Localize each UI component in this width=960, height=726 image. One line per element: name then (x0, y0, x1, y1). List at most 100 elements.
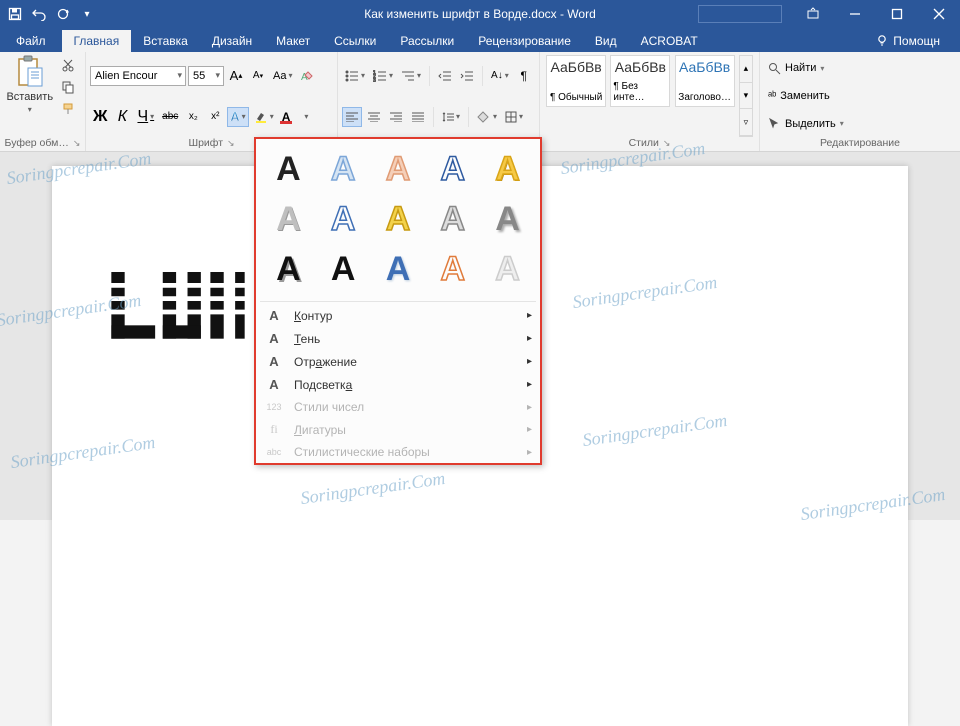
tell-me[interactable]: Помощн (863, 30, 952, 52)
text-effect-preset-11[interactable]: A (321, 247, 366, 291)
maximize-icon[interactable] (876, 0, 918, 28)
group-editing-label: Редактирование (820, 137, 900, 149)
save-icon[interactable] (6, 5, 24, 23)
text-effects-menu-4: 123Стили чисел▸ (256, 396, 540, 418)
tell-me-label: Помощн (893, 34, 940, 48)
text-effect-preset-12[interactable]: A (376, 247, 421, 291)
decrease-indent-button[interactable] (435, 66, 455, 86)
text-effects-popup: AAAAAAAAAAAAAAA AКонтур▸AТень▸AОтражение… (254, 137, 542, 465)
minimize-icon[interactable] (834, 0, 876, 28)
italic-button[interactable]: К (112, 107, 132, 127)
multilevel-button[interactable] (398, 66, 424, 86)
text-effects-button[interactable]: A (227, 107, 248, 127)
style-heading1[interactable]: АаБбВвЗаголово… (675, 55, 735, 107)
replace-icon: ᵃᵇ (768, 90, 776, 102)
show-marks-button[interactable]: ¶ (514, 66, 534, 86)
font-launcher-icon[interactable]: ↘ (227, 138, 235, 149)
qat-customize-icon[interactable]: ▾ (78, 5, 96, 23)
group-styles: АаБбВв¶ Обычный АаБбВв¶ Без инте… АаБбВв… (540, 52, 760, 151)
text-effects-menu-2[interactable]: AОтражение▸ (256, 350, 540, 373)
undo-icon[interactable] (30, 5, 48, 23)
select-button[interactable]: Выделить▾ (768, 117, 956, 130)
find-button[interactable]: Найти▾ (768, 62, 956, 75)
style-normal[interactable]: АаБбВв¶ Обычный (546, 55, 606, 107)
text-effects-menu-3[interactable]: AПодсветка▸ (256, 373, 540, 396)
text-effects-menu-0[interactable]: AКонтур▸ (256, 304, 540, 327)
change-case-button[interactable]: Aa (270, 66, 295, 86)
tab-review[interactable]: Рецензирование (466, 30, 583, 52)
tab-references[interactable]: Ссылки (322, 30, 388, 52)
grow-font-button[interactable]: A▴ (226, 66, 246, 86)
clipboard-launcher-icon[interactable]: ↘ (73, 138, 81, 149)
svg-text:3: 3 (373, 78, 376, 82)
numbering-button[interactable]: 123 (370, 66, 396, 86)
shading-button[interactable] (474, 107, 500, 127)
shrink-font-button[interactable]: A▾ (248, 66, 268, 86)
text-effect-preset-0[interactable]: A (266, 147, 311, 191)
tab-design[interactable]: Дизайн (200, 30, 264, 52)
close-icon[interactable] (918, 0, 960, 28)
text-effect-preset-3[interactable]: A (430, 147, 475, 191)
account-box[interactable] (698, 5, 782, 23)
bullets-button[interactable] (342, 66, 368, 86)
tab-acrobat[interactable]: ACROBAT (629, 30, 710, 52)
group-editing: Найти▾ ᵃᵇЗаменить Выделить▾ Редактирован… (760, 52, 960, 151)
superscript-button[interactable]: x² (205, 107, 225, 127)
tab-home[interactable]: Главная (62, 30, 132, 52)
text-effect-preset-14[interactable]: A (485, 247, 530, 291)
text-effect-preset-9[interactable]: A (485, 197, 530, 241)
align-center-button[interactable] (364, 107, 384, 127)
text-effect-preset-2[interactable]: A (376, 147, 421, 191)
paste-label: Вставить (6, 91, 53, 103)
copy-button[interactable] (58, 77, 78, 97)
tab-insert[interactable]: Вставка (131, 30, 200, 52)
style-gallery-scroll[interactable]: ▴▾▿ (739, 55, 753, 137)
borders-button[interactable] (502, 107, 526, 127)
text-effects-menu-5: fiЛигатуры▸ (256, 418, 540, 441)
redo-icon[interactable] (54, 5, 72, 23)
font-size-combo[interactable]: 55 (188, 66, 224, 86)
tab-mailings[interactable]: Рассылки (388, 30, 466, 52)
search-icon (768, 62, 781, 75)
text-effect-preset-7[interactable]: A (376, 197, 421, 241)
text-effect-preset-13[interactable]: A (430, 247, 475, 291)
bold-button[interactable]: Ж (90, 107, 110, 127)
group-font-label: Шрифт (188, 137, 223, 149)
styles-launcher-icon[interactable]: ↘ (663, 138, 671, 149)
text-effect-preset-5[interactable]: A (266, 197, 311, 241)
strike-button[interactable]: abc (159, 107, 181, 127)
subscript-button[interactable]: x₂ (183, 107, 203, 127)
text-effects-menu-1[interactable]: AТень▸ (256, 327, 540, 350)
align-left-button[interactable] (342, 107, 362, 127)
text-effect-preset-1[interactable]: A (321, 147, 366, 191)
line-spacing-button[interactable] (439, 107, 463, 127)
style-no-spacing[interactable]: АаБбВв¶ Без инте… (610, 55, 670, 107)
document-text-sample (108, 272, 248, 352)
text-effect-preset-6[interactable]: A (321, 197, 366, 241)
format-painter-button[interactable] (58, 99, 78, 119)
tab-layout[interactable]: Макет (264, 30, 322, 52)
cut-button[interactable] (58, 55, 78, 75)
font-name-combo[interactable]: Alien Encour (90, 66, 186, 86)
text-effect-preset-4[interactable]: A (485, 147, 530, 191)
paste-button[interactable]: Вставить ▾ (7, 55, 53, 114)
clipboard-icon (15, 55, 45, 89)
clear-formatting-button[interactable]: A (297, 66, 317, 86)
tab-view[interactable]: Вид (583, 30, 629, 52)
font-color-button[interactable]: A (279, 107, 312, 127)
text-effect-preset-8[interactable]: A (430, 197, 475, 241)
text-effect-preset-10[interactable]: A (266, 247, 311, 291)
justify-button[interactable] (408, 107, 428, 127)
tab-file[interactable]: Файл (0, 30, 62, 52)
underline-button[interactable]: Ч (134, 107, 157, 127)
increase-indent-button[interactable] (457, 66, 477, 86)
text-effects-menu-6: abcСтилистические наборы▸ (256, 441, 540, 463)
sort-button[interactable]: A↓ (488, 66, 512, 86)
cursor-icon (768, 117, 781, 130)
title-bar: ▾ Как изменить шрифт в Ворде.docx - Word (0, 0, 960, 28)
ribbon-tabs: Файл Главная Вставка Дизайн Макет Ссылки… (0, 28, 960, 52)
align-right-button[interactable] (386, 107, 406, 127)
replace-button[interactable]: ᵃᵇЗаменить (768, 90, 956, 102)
highlight-button[interactable] (251, 107, 277, 127)
ribbon-options-icon[interactable] (792, 0, 834, 28)
